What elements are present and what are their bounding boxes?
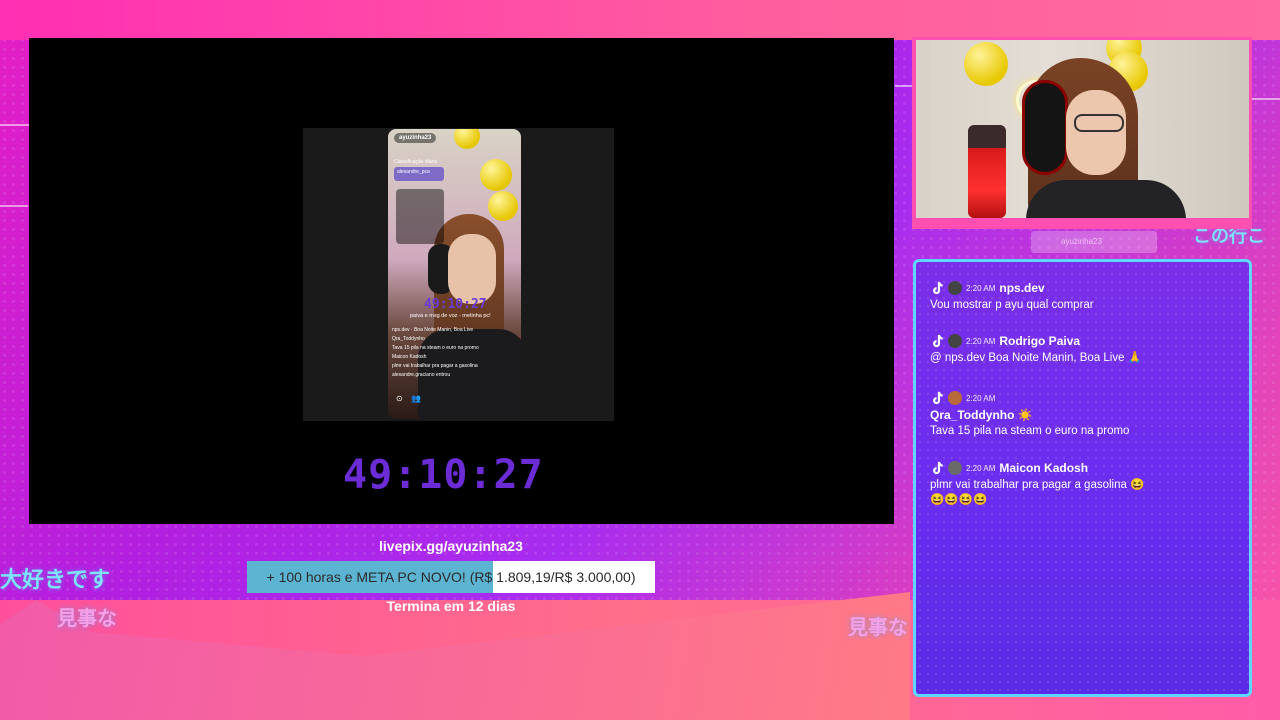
livepix-url: livepix.gg/ayuzinha23	[379, 538, 523, 554]
message-user: Maicon Kadosh	[999, 461, 1089, 475]
phone-chat-line: alexandre.graciano entrou	[392, 372, 451, 378]
avatar	[948, 281, 962, 295]
balloon	[480, 159, 512, 191]
tiktok-icon	[933, 281, 943, 295]
glitch-line	[1252, 98, 1280, 100]
tiktok-icon	[933, 391, 943, 405]
phone-toolbar: ⊙ 👥	[396, 394, 421, 403]
phone-chat-line: Qra_Toddynho	[392, 336, 425, 342]
phone-username: ayuzinha23	[394, 133, 437, 143]
glitch-line	[0, 205, 28, 207]
chat-message: 2:20 AM Qra_Toddynho ☀️ Tava 15 pila na …	[930, 390, 1150, 439]
webcam	[916, 40, 1249, 218]
glasses	[1074, 114, 1124, 132]
phone-chat: nps.dev · Boa Noite Manin, Boa Live Qra_…	[392, 327, 516, 381]
phone-chat-line: nps.dev · Boa Noite Manin, Boa Live	[392, 327, 474, 333]
streamer-body	[1026, 180, 1186, 218]
streamer-face	[1066, 90, 1126, 175]
tiktok-icon	[933, 334, 943, 348]
phone-pill: alexandre_pca	[394, 167, 444, 181]
red-lamp	[968, 125, 1006, 218]
message-text: Vou mostrar p ayu qual comprar	[930, 299, 1094, 311]
phone-goal: paiva e msg de voz - metinha pc!	[410, 313, 491, 319]
message-user: Rodrigo Paiva	[999, 334, 1081, 348]
balloon	[488, 191, 518, 221]
chat-message: 2:20 AM Rodrigo Paiva @ nps.dev Boa Noit…	[930, 333, 1150, 366]
avatar	[948, 391, 962, 405]
users-icon: 👥	[410, 394, 421, 403]
avatar	[948, 334, 962, 348]
top-band	[0, 0, 1280, 40]
phone-rank: Classificação diária	[394, 159, 438, 165]
chat-panel: 2:20 AM nps.dev Vou mostrar p ayu qual c…	[913, 259, 1252, 697]
cam-tag: ayuzinha23	[1031, 231, 1157, 253]
streamer-face	[448, 234, 496, 304]
glitch-line	[0, 124, 30, 126]
avatar	[948, 461, 962, 475]
jp-decor-right: 見事な	[848, 615, 908, 639]
message-text: @ nps.dev Boa Noite Manin, Boa Live 🙏	[930, 352, 1143, 364]
stream-timer: 49:10:27	[343, 452, 544, 498]
balloon	[964, 42, 1008, 86]
message-time: 2:20 AM	[966, 336, 996, 346]
goal-end: Termina em 12 dias	[386, 598, 516, 614]
phone-timer: 49:10:27	[424, 297, 487, 312]
jp-decor-left: 大好きです	[0, 568, 111, 593]
message-text: plmr vai trabalhar pra pagar a gasolina …	[930, 479, 1145, 506]
phone-gift-list	[396, 189, 444, 244]
message-time: 2:20 AM	[966, 283, 996, 293]
phone-screen: ayuzinha23 Classificação diária alexandr…	[388, 129, 521, 419]
message-time: 2:20 AM	[966, 463, 996, 473]
link-icon: ⊙	[396, 394, 403, 403]
chat-message: 2:20 AM nps.dev Vou mostrar p ayu qual c…	[930, 280, 1150, 313]
chat-message: 2:20 AM Maicon Kadosh plmr vai trabalhar…	[930, 460, 1150, 508]
message-user: Qra_Toddynho ☀️	[930, 408, 1033, 422]
donation-goal-bar: + 100 horas e META PC NOVO! (R$ 1.809,19…	[247, 561, 655, 593]
jp-decor-left-2: 見事な	[57, 606, 117, 630]
message-text: Tava 15 pila na steam o euro na promo	[930, 425, 1130, 437]
headphone	[1022, 80, 1068, 175]
message-user: nps.dev	[999, 281, 1045, 295]
goal-text: + 100 horas e META PC NOVO! (R$ 1.809,19…	[266, 569, 636, 585]
phone-chat-line: Maicon Kadosh	[392, 354, 427, 360]
glitch-line	[895, 85, 913, 87]
message-time: 2:20 AM	[966, 393, 996, 403]
balloon	[454, 129, 480, 149]
phone-chat-line: Tava 15 pila na steam o euro na promo	[392, 345, 479, 351]
phone-chat-line: plmr vai trabalhar pra pagar a gasolina	[392, 363, 478, 369]
tiktok-icon	[933, 461, 943, 475]
